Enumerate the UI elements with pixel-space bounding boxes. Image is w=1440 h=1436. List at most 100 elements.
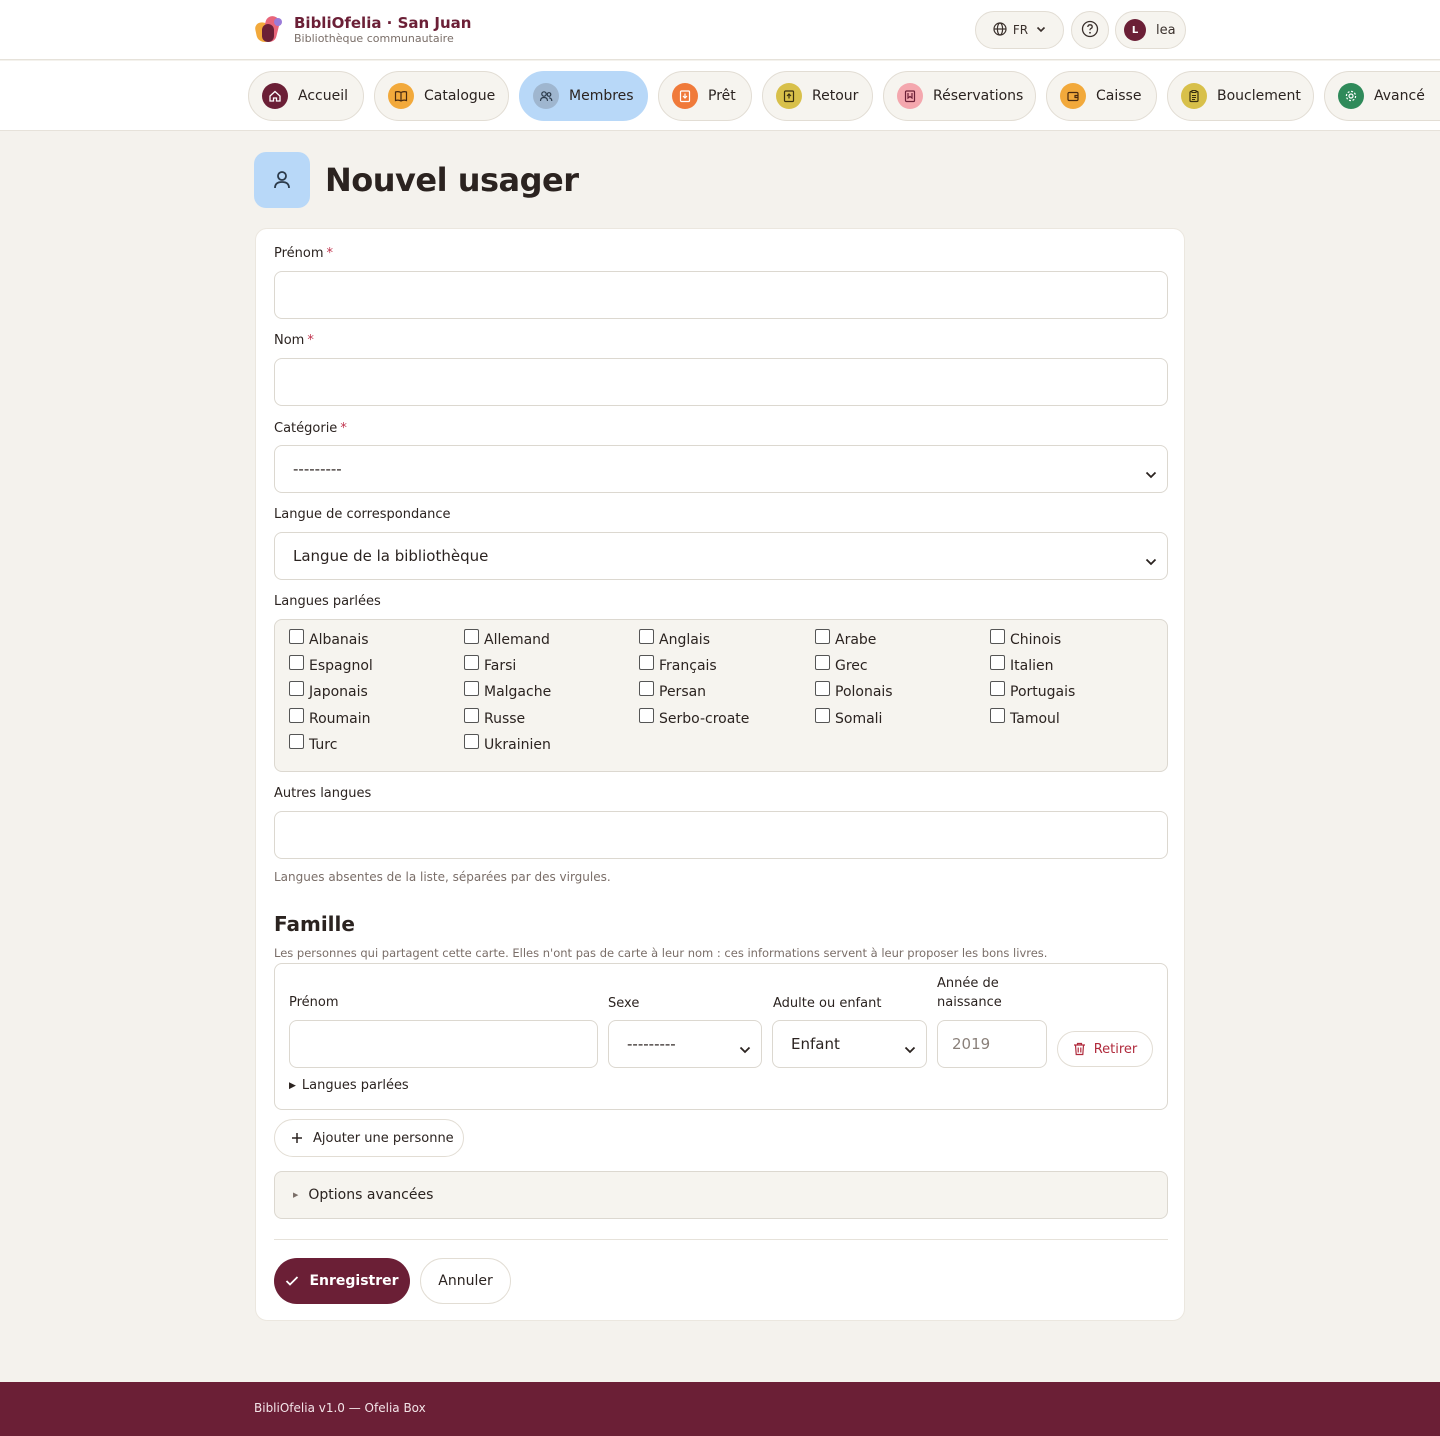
nav-accueil[interactable]: Accueil	[248, 71, 364, 121]
clipboard-icon	[1181, 83, 1207, 109]
footer-text: BibliOfelia v1.0 — Ofelia Box	[254, 1401, 426, 1415]
category-label: Catégorie *	[274, 421, 347, 436]
corr-lang-select[interactable]: Langue de la bibliothèque	[274, 532, 1168, 580]
trash-icon	[1073, 1042, 1086, 1056]
lang-checkbox-roumain[interactable]: Roumain	[289, 708, 371, 727]
bookmark-icon	[897, 83, 923, 109]
last-name-input[interactable]	[274, 358, 1168, 406]
family-year-label: Année de naissance	[937, 976, 1002, 1010]
first-name-label: Prénom *	[274, 246, 334, 261]
lang-checkbox-ukrainien[interactable]: Ukrainien	[464, 734, 551, 753]
plus-icon	[291, 1132, 303, 1144]
new-member-form: Prénom * Nom * Catégorie * --------- Langue…	[255, 228, 1185, 1321]
chevron-down-icon	[1145, 465, 1157, 483]
cancel-label: Annuler	[438, 1273, 493, 1289]
footer: BibliOfelia v1.0 — Ofelia Box	[0, 1382, 1440, 1436]
family-sex-select[interactable]: ---------	[608, 1020, 762, 1068]
lang-checkbox-farsi[interactable]: Farsi	[464, 655, 516, 674]
chevron-down-icon	[1145, 552, 1157, 570]
lang-checkbox-grec[interactable]: Grec	[815, 655, 868, 674]
family-langs-toggle[interactable]: ▶ Langues parlées	[289, 1078, 409, 1093]
language-selector[interactable]: FR	[975, 11, 1064, 49]
lang-checkbox-malgache[interactable]: Malgache	[464, 681, 551, 700]
advanced-options-label: Options avancées	[308, 1187, 434, 1203]
chevron-down-icon	[904, 1040, 916, 1058]
birth-year-placeholder: 2019	[952, 1035, 991, 1053]
lang-checkbox-serbo-croate[interactable]: Serbo-croate	[639, 708, 749, 727]
brand[interactable]: BibliOfelia · San Juan Bibliothèque comm…	[254, 14, 471, 46]
lang-checkbox-francais[interactable]: Français	[639, 655, 717, 674]
user-menu[interactable]: L lea	[1115, 11, 1186, 49]
spoken-langs-group: Albanais Allemand Anglais Arabe Chinois …	[274, 619, 1168, 772]
nav-catalogue[interactable]: Catalogue	[374, 71, 509, 121]
lang-checkbox-japonais[interactable]: Japonais	[289, 681, 368, 700]
family-birth-year-input[interactable]: 2019	[937, 1020, 1047, 1068]
family-sex-value: ---------	[627, 1035, 676, 1053]
nav-label: Catalogue	[424, 88, 496, 104]
nav-avance[interactable]: Avancé	[1324, 71, 1440, 121]
add-person-label: Ajouter une personne	[313, 1130, 454, 1146]
other-langs-label: Autres langues	[274, 786, 372, 801]
lang-checkbox-polonais[interactable]: Polonais	[815, 681, 893, 700]
spoken-langs-label: Langues parlées	[274, 594, 381, 609]
family-first-name-label: Prénom	[289, 995, 339, 1010]
avatar: L	[1124, 19, 1146, 41]
nav-label: Retour	[812, 88, 859, 104]
category-select[interactable]: ---------	[274, 445, 1168, 493]
nav-label: Réservations	[933, 88, 1024, 104]
add-person-button[interactable]: Ajouter une personne	[274, 1119, 464, 1157]
lang-checkbox-arabe[interactable]: Arabe	[815, 629, 876, 648]
nav-label: Avancé	[1374, 88, 1425, 104]
cancel-button[interactable]: Annuler	[420, 1258, 511, 1304]
check-icon	[285, 1275, 299, 1287]
nav-retour[interactable]: Retour	[762, 71, 873, 121]
wallet-icon	[1060, 83, 1086, 109]
help-button[interactable]	[1071, 11, 1109, 49]
lang-checkbox-portugais[interactable]: Portugais	[990, 681, 1075, 700]
users-icon	[533, 83, 559, 109]
family-description: Les personnes qui partagent cette carte.…	[274, 946, 1048, 960]
lang-checkbox-turc[interactable]: Turc	[289, 734, 337, 753]
page-header: Nouvel usager	[254, 152, 579, 208]
advanced-options-toggle[interactable]: ▶ Options avancées	[274, 1171, 1168, 1219]
other-langs-input[interactable]	[274, 811, 1168, 859]
family-section-title: Famille	[274, 912, 355, 936]
lang-checkbox-persan[interactable]: Persan	[639, 681, 706, 700]
lang-checkbox-allemand[interactable]: Allemand	[464, 629, 550, 648]
brand-logo	[254, 14, 286, 46]
save-label: Enregistrer	[309, 1273, 399, 1289]
corr-lang-value: Langue de la bibliothèque	[293, 547, 489, 565]
lang-checkbox-russe[interactable]: Russe	[464, 708, 525, 727]
lang-checkbox-chinois[interactable]: Chinois	[990, 629, 1061, 648]
nav-caisse[interactable]: Caisse	[1046, 71, 1157, 121]
family-age-label: Adulte ou enfant	[773, 996, 882, 1011]
remove-member-button[interactable]: Retirer	[1057, 1031, 1153, 1067]
book-icon	[388, 83, 414, 109]
lang-checkbox-anglais[interactable]: Anglais	[639, 629, 710, 648]
first-name-input[interactable]	[274, 271, 1168, 319]
globe-icon	[993, 21, 1007, 39]
chevron-down-icon	[739, 1040, 751, 1058]
page-title: Nouvel usager	[325, 161, 579, 199]
nav-label: Accueil	[298, 88, 348, 104]
lang-checkbox-somali[interactable]: Somali	[815, 708, 882, 727]
family-first-name-input[interactable]	[289, 1020, 598, 1068]
nav-label: Membres	[569, 88, 634, 104]
remove-label: Retirer	[1093, 1041, 1138, 1057]
lang-checkbox-espagnol[interactable]: Espagnol	[289, 655, 373, 674]
nav-bouclement[interactable]: Bouclement	[1167, 71, 1314, 121]
save-button[interactable]: Enregistrer	[274, 1258, 410, 1304]
nav-pret[interactable]: Prêt	[658, 71, 752, 121]
nav-label: Bouclement	[1217, 88, 1301, 104]
help-icon	[1081, 20, 1099, 41]
nav-membres[interactable]: Membres	[519, 71, 648, 121]
lang-checkbox-tamoul[interactable]: Tamoul	[990, 708, 1060, 727]
loan-icon	[672, 83, 698, 109]
return-icon	[776, 83, 802, 109]
nav-reservations[interactable]: Réservations	[883, 71, 1036, 121]
family-age-select[interactable]: Enfant	[772, 1020, 927, 1068]
lang-checkbox-albanais[interactable]: Albanais	[289, 629, 369, 648]
lang-checkbox-italien[interactable]: Italien	[990, 655, 1053, 674]
other-langs-hint: Langues absentes de la liste, séparées p…	[274, 870, 611, 884]
main-nav: Accueil Catalogue Membres Prêt Retour Ré…	[0, 61, 1440, 131]
